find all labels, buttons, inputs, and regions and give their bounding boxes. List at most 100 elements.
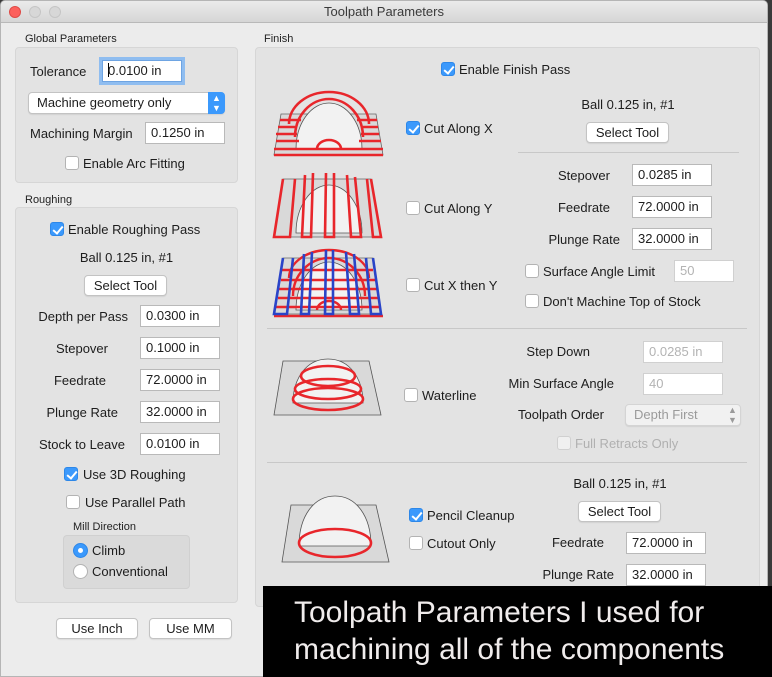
waterline-label: Waterline bbox=[422, 388, 477, 403]
caption-line-2: machining all of the components bbox=[294, 633, 725, 666]
waterline-illustration bbox=[273, 358, 382, 416]
climb-radio[interactable] bbox=[73, 543, 88, 558]
cut-along-y-label: Cut Along Y bbox=[424, 201, 493, 216]
pencil-plunge-rate-field[interactable]: 32.0000 in bbox=[626, 564, 706, 586]
cut-x-then-y-label: Cut X then Y bbox=[424, 278, 498, 293]
dome-shape bbox=[298, 495, 372, 547]
step-down-label: Step Down bbox=[526, 344, 590, 359]
title-bar: Toolpath Parameters bbox=[1, 1, 767, 23]
use-3d-roughing-label: Use 3D Roughing bbox=[83, 467, 186, 482]
roughing-select-tool-button[interactable]: Select Tool bbox=[84, 275, 167, 296]
min-surface-angle-label: Min Surface Angle bbox=[508, 376, 614, 391]
roughing-label: Roughing bbox=[25, 194, 73, 206]
machining-margin-label: Machining Margin bbox=[30, 126, 133, 141]
use-inch-button[interactable]: Use Inch bbox=[56, 618, 138, 639]
surface-angle-limit-label: Surface Angle Limit bbox=[543, 264, 656, 279]
toolpath-order-label: Toolpath Order bbox=[518, 407, 604, 422]
cut-x-then-y-checkbox[interactable] bbox=[406, 278, 420, 292]
arc-fitting-label: Enable Arc Fitting bbox=[83, 156, 185, 171]
pencil-cleanup-illustration bbox=[281, 495, 390, 563]
cutout-only-label: Cutout Only bbox=[427, 536, 496, 551]
finish-label: Finish bbox=[264, 33, 294, 45]
finish-stepover-field[interactable]: 0.0285 in bbox=[632, 164, 712, 186]
climb-label: Climb bbox=[92, 543, 126, 558]
roughing-tool-name: Ball 0.125 in, #1 bbox=[79, 250, 174, 265]
step-down-field[interactable]: 0.0285 in bbox=[643, 341, 723, 363]
pencil-feedrate-label: Feedrate bbox=[551, 535, 604, 550]
pencil-cleanup-label: Pencil Cleanup bbox=[427, 508, 515, 523]
roughing-stepover-field[interactable]: 0.1000 in bbox=[140, 337, 220, 359]
cut-along-y-checkbox[interactable] bbox=[406, 201, 420, 215]
waterline-separator-top bbox=[267, 328, 747, 329]
finish-feedrate-field[interactable]: 72.0000 in bbox=[632, 196, 712, 218]
enable-finish-checkbox[interactable] bbox=[441, 62, 455, 76]
roughing-feedrate-field[interactable]: 72.0000 in bbox=[140, 369, 220, 391]
cutout-only-checkbox[interactable] bbox=[409, 536, 423, 550]
stock-to-leave-field[interactable]: 0.0100 in bbox=[140, 433, 220, 455]
pencil-tool-name: Ball 0.125 in, #1 bbox=[573, 476, 667, 491]
zoom-window-button[interactable] bbox=[49, 6, 61, 18]
use-parallel-path-label: Use Parallel Path bbox=[85, 495, 186, 510]
toolpath-parameters-window: Toolpath Parameters Global Parameters To… bbox=[0, 0, 768, 677]
roughing-feedrate-label: Feedrate bbox=[53, 373, 106, 388]
finish-stepover-label: Stepover bbox=[557, 168, 610, 183]
toolpath-order-value: Depth First bbox=[634, 407, 698, 422]
depth-per-pass-field[interactable]: 0.0300 in bbox=[140, 305, 220, 327]
pencil-feedrate-field[interactable]: 72.0000 in bbox=[626, 532, 706, 554]
select-arrows-icon: ▲ ▼ bbox=[728, 405, 737, 425]
close-window-button[interactable] bbox=[9, 6, 21, 18]
dont-machine-top-checkbox[interactable] bbox=[525, 294, 539, 308]
roughing-plunge-rate-label: Plunge Rate bbox=[46, 405, 118, 420]
roughing-stepover-label: Stepover bbox=[55, 341, 108, 356]
surface-angle-limit-checkbox[interactable] bbox=[525, 264, 539, 278]
stock-to-leave-label: Stock to Leave bbox=[39, 437, 125, 452]
roughing-plunge-rate-field[interactable]: 32.0000 in bbox=[140, 401, 220, 423]
finish-plunge-rate-text: Plunge Rate bbox=[548, 232, 620, 247]
window-title: Toolpath Parameters bbox=[324, 4, 444, 19]
min-surface-angle-field[interactable]: 40 bbox=[643, 373, 723, 395]
finish-select-tool-button[interactable]: Select Tool bbox=[586, 122, 669, 143]
enable-roughing-label: Enable Roughing Pass bbox=[68, 222, 201, 237]
finish-feedrate-label: Feedrate bbox=[557, 200, 610, 215]
full-retracts-label: Full Retracts Only bbox=[575, 436, 679, 451]
surface-angle-limit-field[interactable]: 50 bbox=[674, 260, 734, 282]
cut-along-x-checkbox[interactable] bbox=[406, 121, 420, 135]
geometry-select-value: Machine geometry only bbox=[37, 95, 172, 110]
cut-x-then-y-illustration bbox=[272, 248, 383, 318]
geometry-select[interactable]: Machine geometry only ▲ ▼ bbox=[28, 92, 225, 114]
depth-per-pass-label: Depth per Pass bbox=[38, 309, 128, 324]
machining-margin-field[interactable]: 0.1250 in bbox=[145, 122, 225, 144]
finish-tool-name: Ball 0.125 in, #1 bbox=[581, 97, 675, 112]
use-3d-roughing-checkbox[interactable] bbox=[64, 467, 78, 481]
waterline-checkbox[interactable] bbox=[404, 388, 418, 402]
pencil-cleanup-checkbox[interactable] bbox=[409, 508, 423, 522]
conventional-label: Conventional bbox=[92, 564, 168, 579]
cut-along-x-illustration bbox=[273, 90, 384, 157]
use-parallel-path-checkbox[interactable] bbox=[66, 495, 80, 509]
use-mm-button[interactable]: Use MM bbox=[149, 618, 232, 639]
pencil-separator-top bbox=[267, 462, 747, 463]
cut-along-y-illustration bbox=[272, 172, 383, 239]
enable-finish-label: Enable Finish Pass bbox=[459, 62, 571, 77]
toolpath-order-select[interactable]: Depth First ▲ ▼ bbox=[625, 404, 741, 426]
full-retracts-checkbox[interactable] bbox=[557, 436, 571, 450]
select-arrows-icon: ▲ ▼ bbox=[208, 92, 225, 114]
cut-along-x-label: Cut Along X bbox=[424, 121, 493, 136]
tolerance-field[interactable]: 0.0100 in bbox=[102, 60, 182, 82]
global-parameters-label: Global Parameters bbox=[25, 33, 117, 45]
caption-line-1: Toolpath Parameters I used for bbox=[294, 596, 705, 629]
enable-roughing-checkbox[interactable] bbox=[50, 222, 64, 236]
conventional-radio[interactable] bbox=[73, 564, 88, 579]
arc-fitting-checkbox[interactable] bbox=[65, 156, 79, 170]
tolerance-value: 0.0100 in bbox=[108, 63, 162, 78]
pencil-select-tool-button[interactable]: Select Tool bbox=[578, 501, 661, 522]
minimize-window-button[interactable] bbox=[29, 6, 41, 18]
finish-tool-separator bbox=[518, 152, 739, 153]
dont-machine-top-label: Don't Machine Top of Stock bbox=[543, 294, 701, 309]
mill-direction-label: Mill Direction bbox=[73, 521, 136, 533]
pencil-plunge-rate-label: Plunge Rate bbox=[542, 567, 614, 582]
finish-plunge-rate-label: Plunge Rate bbox=[521, 232, 620, 247]
finish-plunge-rate-field[interactable]: 32.0000 in bbox=[632, 228, 712, 250]
caption-overlay: Toolpath Parameters I used for machining… bbox=[263, 586, 772, 677]
tolerance-label: Tolerance bbox=[30, 64, 87, 79]
